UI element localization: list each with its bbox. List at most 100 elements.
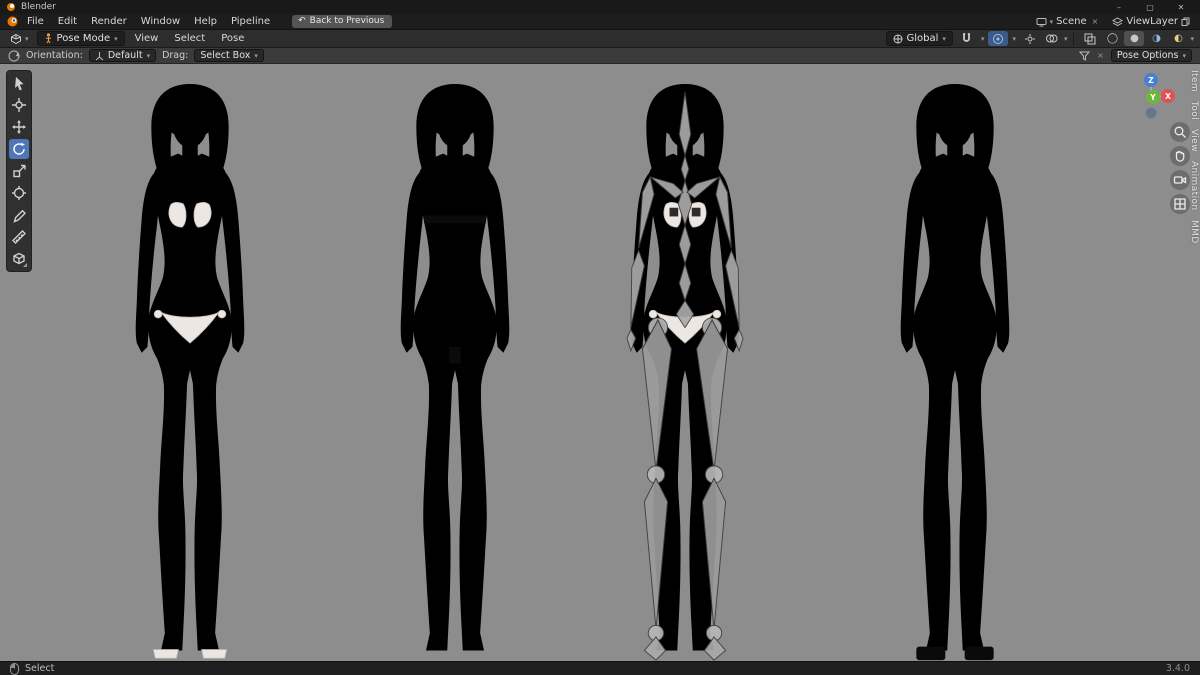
toggle-xray-icon[interactable] [1080, 31, 1100, 46]
body-mesh [400, 84, 510, 651]
tweak-cursor-icon [15, 77, 24, 91]
tool-move[interactable] [9, 117, 29, 137]
tool-rotate[interactable] [9, 139, 29, 159]
proportional-edit-icon[interactable] [988, 31, 1009, 46]
mode-dropdown[interactable]: Pose Mode ▾ [36, 31, 125, 46]
chevron-down-icon[interactable]: ▾ [1064, 35, 1068, 43]
character-model-dark[interactable] [855, 84, 1055, 661]
filter-icon[interactable] [1079, 50, 1091, 61]
menu-help[interactable]: Help [188, 16, 223, 27]
tab-item[interactable]: Item [1189, 70, 1199, 92]
copy-icon[interactable] [1181, 17, 1190, 27]
maximize-button[interactable]: ▢ [1137, 1, 1163, 13]
body-mesh [135, 84, 245, 651]
tool-settings-bar: Orientation: Default ▾ Drag: Select Box … [0, 48, 1200, 64]
minimize-button[interactable]: – [1106, 1, 1132, 13]
mouse-left-click-icon [10, 662, 19, 675]
tool-cursor[interactable] [9, 95, 29, 115]
editor-type-selector[interactable]: ▾ [6, 33, 33, 44]
camera-view-button[interactable] [1170, 170, 1190, 190]
active-tool-icon [8, 50, 20, 61]
blender-app-icon[interactable] [6, 16, 19, 27]
menu-window[interactable]: Window [135, 16, 186, 27]
viewport-3d[interactable]: Z Y X Item Tool View Animation MMD [0, 64, 1200, 661]
statusbar: Select 3.4.0 [0, 661, 1200, 675]
axis-z-negative-handle[interactable] [1145, 107, 1157, 119]
tool-tweak[interactable] [9, 73, 29, 93]
scale-icon [13, 164, 26, 178]
menu-file[interactable]: File [21, 16, 50, 27]
drag-dropdown[interactable]: Select Box ▾ [194, 49, 264, 62]
shading-solid-icon[interactable]: ● [1124, 31, 1145, 46]
chevron-down-icon[interactable]: ▾ [1012, 35, 1016, 43]
editor-3d-viewport-icon [11, 33, 21, 44]
chevron-down-icon: ▾ [25, 34, 29, 43]
transform-icon [12, 186, 26, 200]
character-model-armature[interactable] [585, 84, 785, 661]
tab-tool[interactable]: Tool [1189, 101, 1199, 120]
close-button[interactable]: ✕ [1168, 1, 1194, 13]
tool-transform[interactable] [9, 183, 29, 203]
character-model-underwear[interactable] [90, 84, 290, 661]
tool-add-extras[interactable] [9, 249, 29, 269]
orientation-dropdown[interactable]: Default ▾ [88, 49, 157, 62]
armature-bones-overlay[interactable] [626, 91, 744, 661]
tool-scale[interactable] [9, 161, 29, 181]
menu-edit[interactable]: Edit [52, 16, 83, 27]
menu-pipeline[interactable]: Pipeline [225, 16, 276, 27]
camera-icon [1173, 176, 1187, 184]
tool-measure[interactable] [9, 227, 29, 247]
window-title: Blender [21, 2, 56, 12]
menu-select[interactable]: Select [168, 33, 211, 44]
unlink-scene-icon[interactable]: × [1090, 17, 1101, 26]
3d-cursor-icon [12, 98, 26, 112]
snap-magnet-icon[interactable] [957, 31, 977, 46]
shading-rendered-icon[interactable]: ◐ [1168, 31, 1188, 46]
chevron-down-icon: ▾ [114, 34, 118, 43]
rotate-icon [13, 142, 25, 155]
tab-mmd[interactable]: MMD [1189, 220, 1199, 244]
pan-button[interactable] [1170, 146, 1190, 166]
version-text: 3.4.0 [1165, 663, 1190, 674]
chevron-down-icon[interactable]: ▾ [1190, 35, 1194, 43]
blender-window: Blender – ▢ ✕ File Edit Render Window He… [0, 0, 1200, 675]
toggle-ortho-button[interactable] [1170, 194, 1190, 214]
move-icon [12, 120, 26, 134]
menubar: File Edit Render Window Help Pipeline ↶ … [0, 14, 1200, 30]
sandals-overlay [152, 649, 228, 659]
shading-wireframe-icon[interactable]: ◯ [1102, 31, 1122, 46]
grid-icon [1174, 198, 1186, 210]
menu-render[interactable]: Render [85, 16, 133, 27]
viewport-nav-buttons [1170, 122, 1190, 214]
body-mesh [900, 84, 1010, 651]
orientation-label: Orientation: [26, 50, 83, 61]
viewlayer-selector[interactable]: ViewLayer [1108, 16, 1194, 27]
pose-options-dropdown[interactable]: Pose Options ▾ [1110, 49, 1192, 62]
menu-pose[interactable]: Pose [215, 33, 250, 44]
shading-material-icon[interactable]: ◑ [1146, 31, 1166, 46]
clear-icon[interactable]: × [1095, 51, 1106, 60]
back-arrow-icon: ↶ [298, 16, 306, 26]
scene-selector[interactable]: ▾ Scene × [1032, 16, 1105, 27]
tool-annotate[interactable] [9, 205, 29, 225]
status-mode-text: Select [25, 663, 55, 674]
chevron-down-icon: ▾ [1049, 17, 1054, 26]
navigation-gizmo[interactable]: Z Y X [1126, 70, 1176, 120]
transform-orientation-dropdown[interactable]: Global ▾ [885, 31, 953, 46]
zoom-button[interactable] [1170, 122, 1190, 142]
magnifier-icon [1174, 126, 1186, 138]
shoes-overlay [916, 646, 994, 661]
show-overlays-icon[interactable] [1042, 31, 1062, 46]
show-gizmo-icon[interactable] [1020, 31, 1040, 46]
character-model-censored[interactable] [355, 84, 555, 661]
viewport-header: ▾ Pose Mode ▾ View Select Pose Global ▾ … [0, 30, 1200, 48]
orientation-icon [893, 34, 903, 43]
menu-view[interactable]: View [129, 33, 165, 44]
chevron-down-icon[interactable]: ▾ [981, 35, 985, 43]
titlebar: Blender – ▢ ✕ [0, 0, 1200, 14]
sidebar-tab-strip: Item Tool View Animation MMD [1189, 70, 1199, 243]
tab-view[interactable]: View [1189, 129, 1199, 152]
tab-animation[interactable]: Animation [1189, 161, 1199, 210]
measure-ruler-icon [12, 230, 26, 244]
back-to-previous-button[interactable]: ↶ Back to Previous [292, 15, 393, 28]
